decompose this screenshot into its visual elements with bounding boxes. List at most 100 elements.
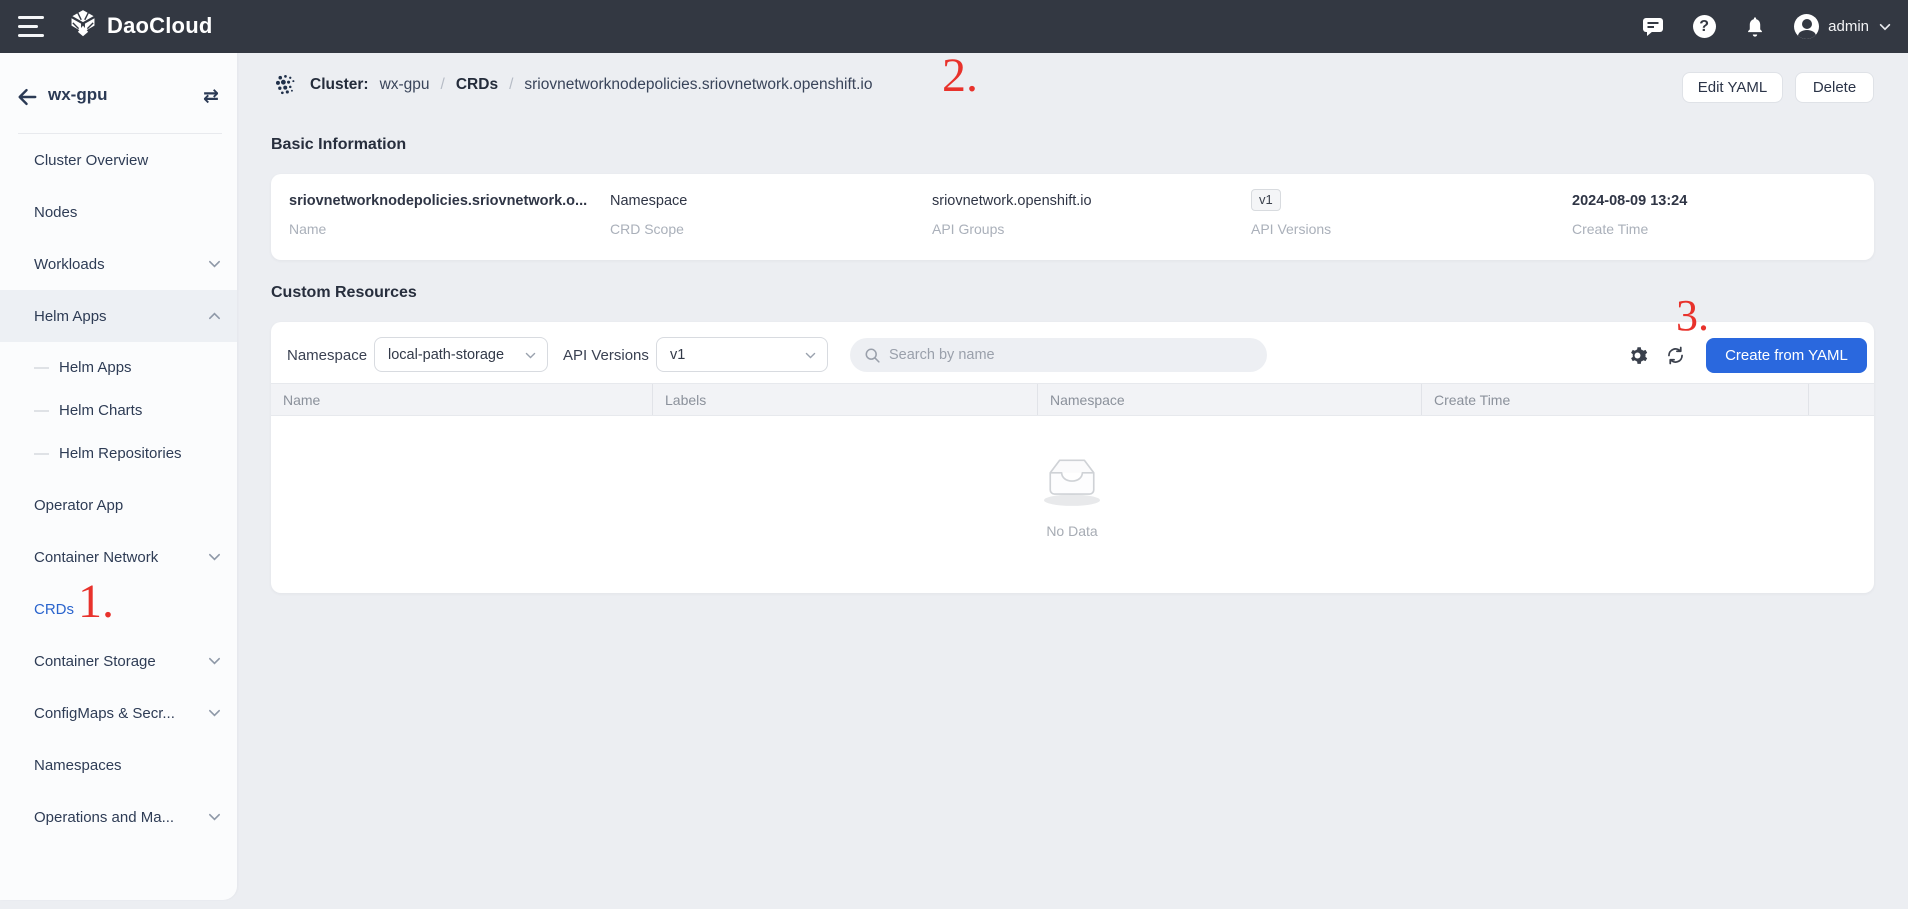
notifications-bell-icon[interactable] <box>1743 15 1767 39</box>
create-from-yaml-button[interactable]: Create from YAML <box>1706 338 1867 373</box>
breadcrumb-separator: / <box>441 76 445 94</box>
custom-resources-title: Custom Resources <box>271 284 417 302</box>
custom-resources-card: Namespace local-path-storage API Version… <box>271 322 1874 593</box>
user-menu[interactable]: admin <box>1794 14 1892 39</box>
field-label: API Groups <box>932 221 1004 237</box>
dash-icon: — <box>34 445 48 462</box>
dash-icon: — <box>34 402 48 419</box>
sidebar-item-nodes[interactable]: Nodes <box>0 186 237 238</box>
chevron-down-icon <box>207 550 222 565</box>
topbar: DaoCloud ? <box>0 0 1908 53</box>
sidebar-item-label: Namespaces <box>34 757 122 774</box>
column-header-create-time: Create Time <box>1421 384 1808 415</box>
empty-state-text: No Data <box>982 523 1162 539</box>
column-header-labels: Labels <box>652 384 1037 415</box>
column-header-namespace: Namespace <box>1037 384 1421 415</box>
namespace-select[interactable]: local-path-storage <box>374 337 548 372</box>
edit-yaml-button[interactable]: Edit YAML <box>1682 72 1783 103</box>
chevron-up-icon <box>207 309 222 324</box>
sidebar-subitem-helm-apps[interactable]: — Helm Apps <box>0 346 237 389</box>
namespace-select-value: local-path-storage <box>388 347 504 363</box>
brand: DaoCloud <box>68 9 212 43</box>
sidebar-item-configmaps-secrets[interactable]: ConfigMaps & Secr... <box>0 687 237 739</box>
sidebar-item-crds[interactable]: CRDs <box>0 583 237 635</box>
chevron-down-icon <box>207 706 222 721</box>
column-header-actions <box>1808 384 1874 415</box>
back-arrow-icon[interactable] <box>16 86 38 108</box>
switch-cluster-icon[interactable]: ⇄ <box>200 86 222 108</box>
breadcrumb-current: sriovnetworknodepolicies.sriovnetwork.op… <box>524 76 872 94</box>
chevron-down-icon <box>207 654 222 669</box>
sidebar-item-cluster-overview[interactable]: Cluster Overview <box>0 134 237 186</box>
field-value: sriovnetworknodepolicies.sriovnetwork.o.… <box>289 193 587 209</box>
empty-state: No Data <box>982 450 1162 539</box>
search-box <box>850 338 1267 372</box>
sidebar-subitem-helm-repositories[interactable]: — Helm Repositories <box>0 432 237 475</box>
sidebar-subitem-helm-charts[interactable]: — Helm Charts <box>0 389 237 432</box>
breadcrumb-prefix: Cluster: <box>310 76 369 94</box>
chevron-down-icon <box>804 349 817 362</box>
refresh-button[interactable] <box>1663 343 1687 367</box>
username: admin <box>1828 18 1869 35</box>
search-input[interactable] <box>889 347 1253 363</box>
daocloud-logo-icon <box>68 9 98 43</box>
field-value: v1 <box>1251 189 1281 211</box>
sidebar-item-label: Operator App <box>34 497 123 514</box>
sidebar: wx-gpu ⇄ Cluster Overview Nodes Workload… <box>0 53 237 900</box>
sidebar-item-workloads[interactable]: Workloads <box>0 238 237 290</box>
sidebar-item-helm-apps[interactable]: Helm Apps <box>0 290 237 342</box>
sidebar-item-operations-maintenance[interactable]: Operations and Ma... <box>0 791 237 843</box>
question-mark-icon: ? <box>1693 15 1716 38</box>
help-icon[interactable]: ? <box>1692 15 1716 39</box>
sidebar-item-label: Helm Apps <box>34 308 107 325</box>
sidebar-item-container-storage[interactable]: Container Storage <box>0 635 237 687</box>
settings-button[interactable] <box>1625 343 1649 367</box>
brand-name: DaoCloud <box>107 13 212 39</box>
chevron-down-icon <box>207 257 222 272</box>
basic-information-card: sriovnetworknodepolicies.sriovnetwork.o.… <box>271 174 1874 260</box>
dash-icon: — <box>34 359 48 376</box>
sidebar-item-label: Container Storage <box>34 653 156 670</box>
sidebar-item-label: Workloads <box>34 256 105 273</box>
hamburger-icon <box>18 16 44 19</box>
column-header-name: Name <box>271 384 652 415</box>
sidebar-item-container-network[interactable]: Container Network <box>0 531 237 583</box>
menu-toggle-button[interactable] <box>18 16 44 37</box>
messages-icon[interactable] <box>1641 15 1665 39</box>
cluster-icon <box>274 73 299 98</box>
api-versions-select-value: v1 <box>670 347 685 363</box>
annotation-step-3: 3. <box>1676 294 1709 338</box>
user-avatar-icon <box>1794 14 1819 39</box>
empty-inbox-icon <box>1035 450 1109 508</box>
api-versions-select[interactable]: v1 <box>656 337 828 372</box>
hamburger-icon <box>18 34 44 37</box>
field-label: Create Time <box>1572 221 1648 237</box>
table-header: Name Labels Namespace Create Time <box>271 383 1874 416</box>
gear-icon <box>1627 345 1648 366</box>
sidebar-item-label: Helm Repositories <box>59 445 182 462</box>
sidebar-nav: Cluster Overview Nodes Workloads Helm Ap… <box>0 134 237 843</box>
field-value: sriovnetwork.openshift.io <box>932 193 1092 209</box>
sidebar-item-label: CRDs <box>34 601 74 618</box>
sidebar-item-label: Container Network <box>34 549 158 566</box>
breadcrumb-crds-link[interactable]: CRDs <box>456 76 498 94</box>
namespace-filter-label: Namespace <box>287 347 367 364</box>
sidebar-item-namespaces[interactable]: Namespaces <box>0 739 237 791</box>
sidebar-item-label: Cluster Overview <box>34 152 148 169</box>
sidebar-item-label: Helm Charts <box>59 402 142 419</box>
breadcrumb: Cluster: wx-gpu / CRDs / sriovnetworknod… <box>274 68 872 102</box>
sidebar-item-label: Nodes <box>34 204 77 221</box>
sidebar-item-label: Operations and Ma... <box>34 809 174 826</box>
breadcrumb-separator: / <box>509 76 513 94</box>
field-label: API Versions <box>1251 221 1331 237</box>
delete-button[interactable]: Delete <box>1795 72 1874 103</box>
hamburger-icon <box>18 25 38 28</box>
topbar-right: ? admin <box>1641 0 1892 53</box>
search-icon <box>864 347 881 364</box>
field-label: Name <box>289 221 326 237</box>
breadcrumb-cluster-link[interactable]: wx-gpu <box>380 76 430 94</box>
sidebar-item-label: Helm Apps <box>59 359 132 376</box>
sidebar-item-label: ConfigMaps & Secr... <box>34 705 175 722</box>
sidebar-header: wx-gpu ⇄ <box>0 77 237 119</box>
sidebar-item-operator-app[interactable]: Operator App <box>0 479 237 531</box>
